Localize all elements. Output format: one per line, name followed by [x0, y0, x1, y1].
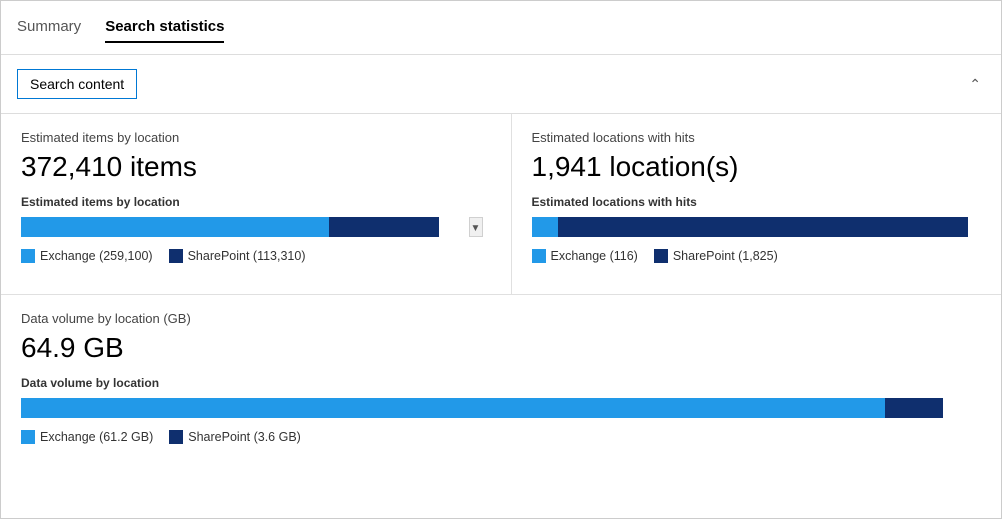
content-area: Search content ⌃ Estimated items by loca… [1, 55, 1001, 518]
items-bar-sharepoint [329, 217, 439, 237]
volume-bar-sharepoint [885, 398, 943, 418]
legend-exchange-color [21, 249, 35, 263]
legend-exchange: Exchange (259,100) [21, 249, 153, 263]
tab-summary[interactable]: Summary [17, 18, 81, 43]
search-content-button[interactable]: Search content [17, 69, 137, 99]
items-by-location-col: Estimated items by location 372,410 item… [1, 114, 512, 294]
legend-loc-exchange-label: Exchange (116) [551, 249, 638, 263]
legend-vol-exchange-color [21, 430, 35, 444]
stats-area: Estimated items by location 372,410 item… [1, 114, 1001, 518]
legend-exchange-label: Exchange (259,100) [40, 249, 153, 263]
volume-bar-label: Data volume by location [21, 376, 981, 390]
items-bar [21, 217, 461, 237]
legend-sharepoint-color [169, 249, 183, 263]
volume-bar [21, 398, 981, 418]
legend-loc-exchange-color [532, 249, 546, 263]
locations-bar-label: Estimated locations with hits [532, 195, 982, 209]
items-bar-label: Estimated items by location [21, 195, 471, 209]
locations-value: 1,941 location(s) [532, 151, 982, 183]
legend-vol-sharepoint: SharePoint (3.6 GB) [169, 430, 301, 444]
volume-label: Data volume by location (GB) [21, 311, 981, 326]
volume-bar-wrap [21, 398, 981, 418]
legend-sharepoint-label: SharePoint (113,310) [188, 249, 306, 263]
bottom-stats-row: Data volume by location (GB) 64.9 GB Dat… [1, 295, 1001, 518]
tab-search-statistics[interactable]: Search statistics [105, 18, 224, 43]
locations-legend: Exchange (116) SharePoint (1,825) [532, 249, 982, 263]
locations-bar [532, 217, 982, 237]
items-legend: Exchange (259,100) SharePoint (113,310) [21, 249, 471, 263]
items-bar-exchange [21, 217, 329, 237]
scroll-down-arrow[interactable]: ▼ [471, 222, 481, 236]
top-stats-row: Estimated items by location 372,410 item… [1, 114, 1001, 295]
legend-vol-sharepoint-color [169, 430, 183, 444]
legend-loc-sharepoint: SharePoint (1,825) [654, 249, 778, 263]
items-label: Estimated items by location [21, 130, 471, 145]
legend-loc-sharepoint-color [654, 249, 668, 263]
locations-label: Estimated locations with hits [532, 130, 982, 145]
main-container: Summary Search statistics Search content… [0, 0, 1002, 519]
legend-vol-exchange-label: Exchange (61.2 GB) [40, 430, 153, 444]
chevron-up-icon[interactable]: ⌃ [969, 76, 981, 93]
legend-sharepoint: SharePoint (113,310) [169, 249, 306, 263]
locations-with-hits-col: Estimated locations with hits 1,941 loca… [512, 114, 1002, 294]
volume-value: 64.9 GB [21, 332, 981, 364]
legend-loc-exchange: Exchange (116) [532, 249, 638, 263]
tab-bar: Summary Search statistics [1, 1, 1001, 55]
items-value: 372,410 items [21, 151, 471, 183]
legend-loc-sharepoint-label: SharePoint (1,825) [673, 249, 778, 263]
legend-vol-sharepoint-label: SharePoint (3.6 GB) [188, 430, 301, 444]
scrollbar-track[interactable]: ▼ [469, 217, 483, 237]
locations-bar-sharepoint [558, 217, 967, 237]
locations-bar-exchange [532, 217, 559, 237]
volume-bar-exchange [21, 398, 885, 418]
legend-vol-exchange: Exchange (61.2 GB) [21, 430, 153, 444]
volume-legend: Exchange (61.2 GB) SharePoint (3.6 GB) [21, 430, 981, 444]
search-content-header: Search content ⌃ [1, 55, 1001, 114]
